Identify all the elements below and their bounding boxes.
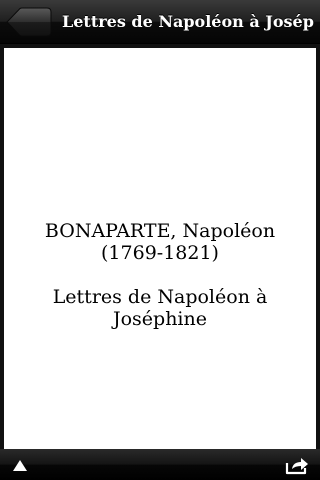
triangle-up-icon [13, 460, 27, 471]
title-page-block: BONAPARTE, Napoléon (1769-1821) Lettres … [4, 220, 316, 330]
back-button[interactable] [6, 7, 52, 37]
app-screen: Lettres de Napoléon à Joséph... BONAPART… [0, 0, 320, 480]
reader-area[interactable]: BONAPARTE, Napoléon (1769-1821) Lettres … [0, 44, 320, 449]
back-arrow-icon [6, 7, 52, 37]
bottom-toolbar [0, 449, 320, 480]
author-name: BONAPARTE, Napoléon [44, 220, 276, 242]
book-title-line1: Lettres de Napoléon à [52, 286, 268, 308]
book-page[interactable]: BONAPARTE, Napoléon (1769-1821) Lettres … [4, 48, 316, 449]
share-button[interactable] [284, 454, 310, 476]
book-title-line2: Joséphine [112, 308, 207, 330]
toolbar-up-button[interactable] [10, 456, 30, 474]
author-dates: (1769-1821) [101, 242, 219, 264]
nav-title: Lettres de Napoléon à Joséph... [62, 12, 314, 31]
share-icon [285, 458, 308, 475]
navigation-bar: Lettres de Napoléon à Joséph... [0, 0, 320, 44]
